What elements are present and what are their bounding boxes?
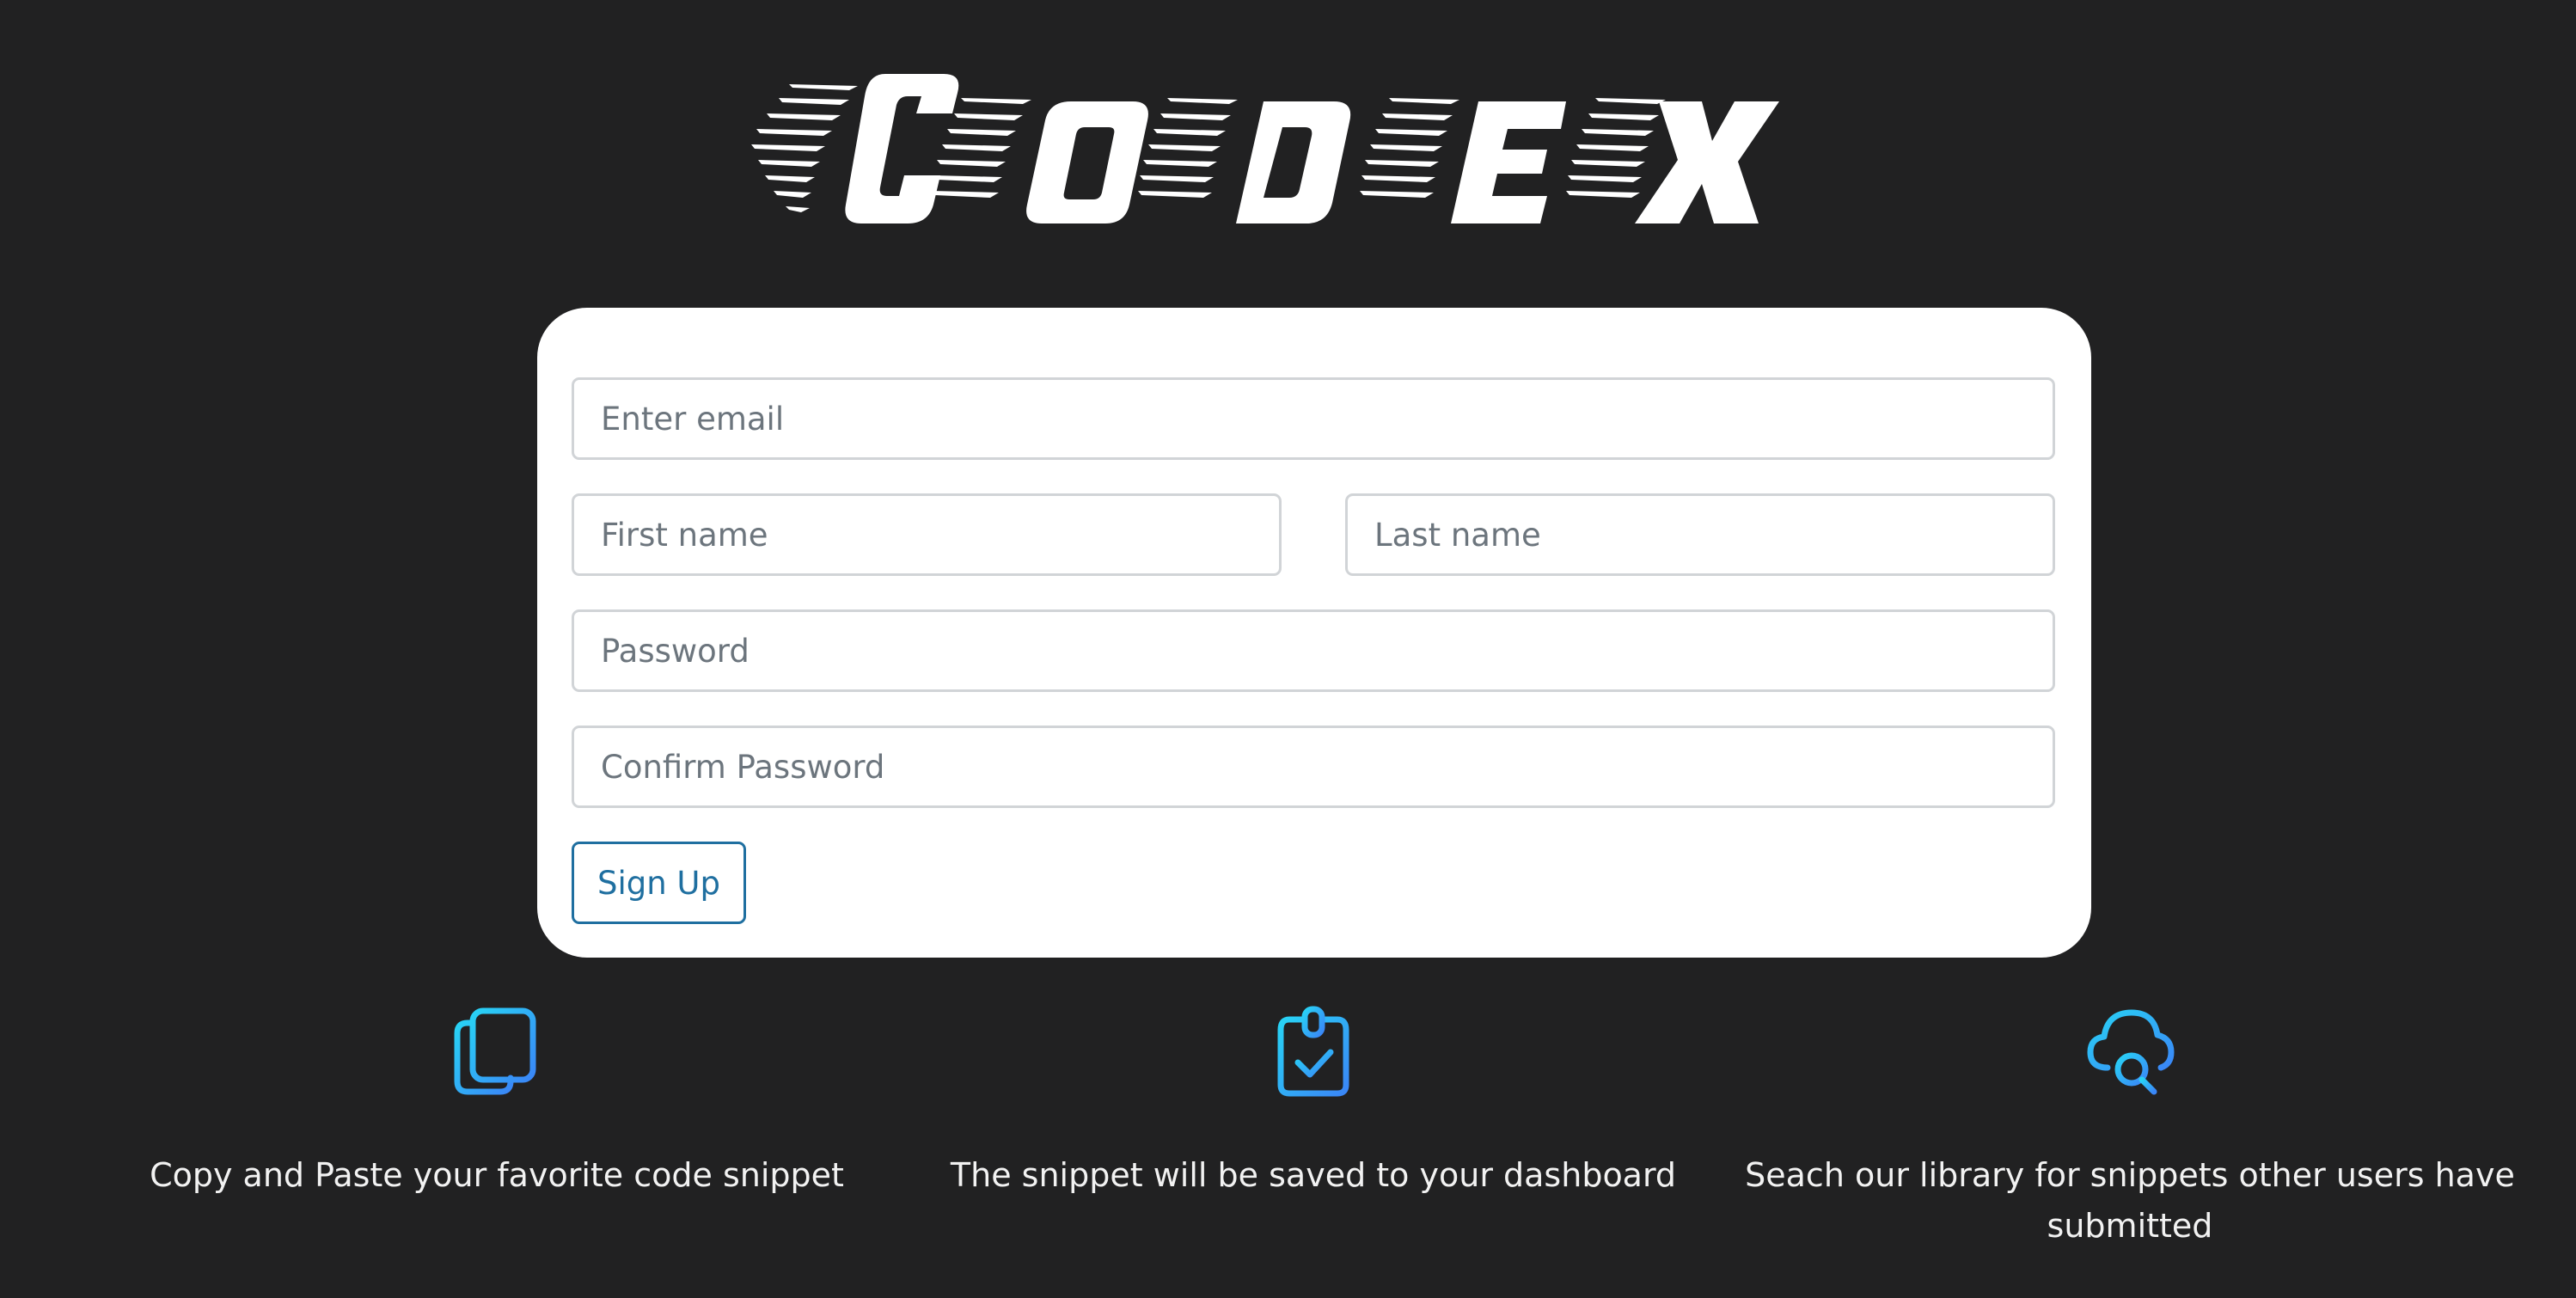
signup-page: Sign Up Copy and Paste (0, 0, 2576, 1298)
last-name-input[interactable] (1345, 493, 2055, 576)
sign-up-button[interactable]: Sign Up (572, 842, 746, 924)
clipboard-check-icon (1269, 1006, 1358, 1099)
signup-form-card: Sign Up (537, 308, 2091, 958)
feature-copy-paste: Copy and Paste your favorite code snippe… (110, 1006, 884, 1201)
feature-text: Copy and Paste your favorite code snippe… (150, 1156, 844, 1194)
copy-documents-icon (452, 1006, 542, 1099)
confirm-password-input[interactable] (572, 726, 2055, 808)
first-name-input[interactable] (572, 493, 1282, 576)
feature-text: The snippet will be saved to your dashbo… (950, 1156, 1677, 1194)
feature-save-dashboard: The snippet will be saved to your dashbo… (927, 1006, 1700, 1201)
codex-logo (748, 67, 1805, 230)
feature-text: Seach our library for snippets other use… (1745, 1156, 2515, 1245)
feature-search-library: Seach our library for snippets other use… (1743, 1006, 2517, 1252)
email-input[interactable] (572, 377, 2055, 460)
password-input[interactable] (572, 609, 2055, 692)
cloud-search-icon (2085, 1006, 2175, 1099)
